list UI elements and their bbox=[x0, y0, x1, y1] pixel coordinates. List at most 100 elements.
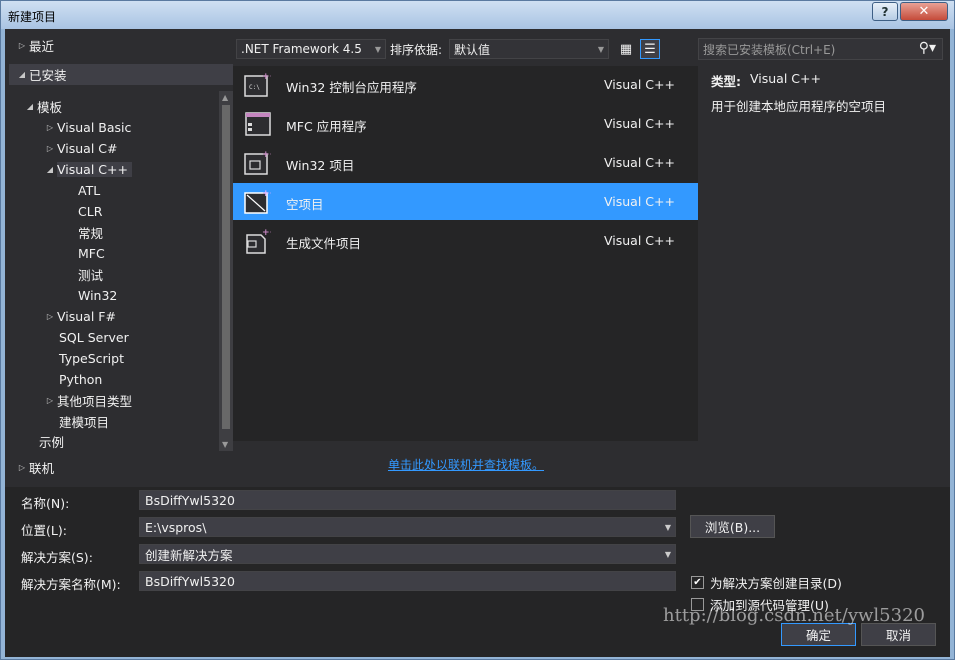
console-app-icon: C:\ ++ bbox=[244, 72, 271, 97]
detail-type-value: Visual C++ bbox=[750, 71, 821, 86]
svg-text:C:\: C:\ bbox=[249, 84, 260, 91]
tree-item-label: 最近 bbox=[29, 39, 55, 54]
tree-item-test[interactable]: 测试 bbox=[78, 264, 103, 285]
template-item-win32-console[interactable]: C:\ ++ Win32 控制台应用程序 Visual C++ bbox=[233, 66, 698, 103]
tree-item-typescript[interactable]: TypeScript bbox=[59, 348, 124, 369]
browse-button[interactable]: 浏览(B)... bbox=[690, 515, 775, 538]
tree-item-label: Visual C# bbox=[57, 141, 118, 156]
template-list: C:\ ++ Win32 控制台应用程序 Visual C++ MFC 应用程序… bbox=[233, 66, 698, 441]
sort-value: 默认值 bbox=[454, 42, 491, 57]
watermark-text: http://blog.csdn.net/ywl5320 bbox=[663, 605, 925, 626]
create-directory-label: 为解决方案创建目录(D) bbox=[710, 576, 842, 591]
expand-icon: ▷ bbox=[46, 312, 54, 321]
win32-project-icon: ++ bbox=[244, 150, 271, 175]
location-combobox[interactable]: E:\vspros\ ▼ bbox=[139, 517, 676, 537]
makefile-project-icon: ++ bbox=[246, 228, 271, 254]
framework-value: .NET Framework 4.5 bbox=[241, 42, 362, 56]
tree-item-clr[interactable]: CLR bbox=[78, 201, 102, 222]
svg-text:++: ++ bbox=[262, 72, 271, 82]
tree-item-installed[interactable]: ◢ 已安装 bbox=[9, 64, 233, 85]
template-name: Win32 控制台应用程序 bbox=[286, 80, 417, 95]
expand-icon: ▷ bbox=[18, 41, 26, 50]
list-view-button[interactable]: ☰ bbox=[640, 39, 660, 59]
search-placeholder: 搜索已安装模板(Ctrl+E) bbox=[703, 42, 836, 57]
tree-item-label: 联机 bbox=[29, 461, 55, 476]
template-language: Visual C++ bbox=[604, 116, 675, 131]
sort-label: 排序依据: bbox=[390, 43, 443, 57]
tree-item-general[interactable]: 常规 bbox=[78, 222, 103, 243]
template-language: Visual C++ bbox=[604, 233, 675, 248]
tree-item-samples[interactable]: 示例 bbox=[39, 431, 64, 452]
tree-item-mfc[interactable]: MFC bbox=[78, 243, 105, 264]
name-label: 名称(N): bbox=[21, 496, 70, 511]
collapse-icon: ◢ bbox=[46, 165, 54, 174]
dialog-client: ▷ 最近 ◢ 已安装 ◢ 模板 ▷ Visual Basic ▷ Visual … bbox=[5, 29, 950, 657]
mfc-app-icon bbox=[245, 112, 271, 136]
search-icon[interactable]: ⚲▾ bbox=[919, 40, 936, 56]
template-item-mfc[interactable]: MFC 应用程序 Visual C++ bbox=[233, 105, 698, 142]
tree-item-visual-fsharp[interactable]: ▷ Visual F# bbox=[43, 306, 116, 327]
scroll-down-icon[interactable]: ▼ bbox=[222, 440, 228, 449]
ok-button[interactable]: 确定 bbox=[781, 623, 856, 646]
tree-item-python[interactable]: Python bbox=[59, 369, 102, 390]
template-name: MFC 应用程序 bbox=[286, 119, 367, 134]
template-name: 生成文件项目 bbox=[286, 236, 362, 251]
tree-item-label: Visual Basic bbox=[57, 120, 132, 135]
tree-item-templates[interactable]: ◢ 模板 bbox=[23, 96, 62, 117]
collapse-icon: ◢ bbox=[26, 102, 34, 111]
expand-icon: ▷ bbox=[46, 144, 54, 153]
solution-name-input[interactable]: BsDiffYwl5320 bbox=[139, 571, 676, 591]
template-item-makefile[interactable]: ++ 生成文件项目 Visual C++ bbox=[233, 222, 698, 259]
location-value: E:\vspros\ bbox=[145, 519, 207, 535]
chevron-down-icon: ▼ bbox=[597, 45, 604, 54]
close-button[interactable]: ✕ bbox=[900, 2, 948, 21]
cancel-button[interactable]: 取消 bbox=[861, 623, 936, 646]
project-name-input[interactable]: BsDiffYwl5320 bbox=[139, 490, 676, 510]
template-language: Visual C++ bbox=[604, 77, 675, 92]
expand-icon: ▷ bbox=[46, 396, 54, 405]
online-templates-link[interactable]: 单击此处以联机并查找模板。 bbox=[388, 456, 544, 473]
tree-item-label: 模板 bbox=[37, 100, 63, 115]
list-view-icon: ☰ bbox=[644, 41, 656, 57]
template-search-input[interactable]: 搜索已安装模板(Ctrl+E) ⚲▾ bbox=[698, 38, 943, 60]
svg-text:++: ++ bbox=[262, 189, 271, 199]
tree-item-other-types[interactable]: ▷ 其他项目类型 bbox=[43, 390, 132, 411]
template-item-win32-project[interactable]: ++ Win32 项目 Visual C++ bbox=[233, 144, 698, 181]
tree-item-visual-csharp[interactable]: ▷ Visual C# bbox=[43, 138, 118, 159]
solution-label: 解决方案(S): bbox=[21, 550, 93, 565]
tree-item-win32[interactable]: Win32 bbox=[78, 285, 117, 306]
solution-name-label: 解决方案名称(M): bbox=[21, 577, 121, 592]
chevron-down-icon[interactable]: ▼ bbox=[665, 523, 671, 532]
chevron-down-icon: ▼ bbox=[664, 550, 671, 559]
tree-item-atl[interactable]: ATL bbox=[78, 180, 100, 201]
expand-icon: ▷ bbox=[18, 463, 26, 472]
sort-dropdown[interactable]: 默认值 ▼ bbox=[449, 39, 609, 59]
solution-value: 创建新解决方案 bbox=[145, 547, 233, 563]
checkmark-icon[interactable]: ✔ bbox=[691, 576, 704, 589]
empty-project-icon: ++ bbox=[244, 189, 271, 214]
template-item-empty-project[interactable]: ++ 空项目 Visual C++ bbox=[233, 183, 698, 220]
tree-item-visual-cpp[interactable]: ◢ Visual C++ bbox=[43, 159, 132, 180]
tree-item-online[interactable]: ▷ 联机 bbox=[15, 457, 54, 478]
template-language: Visual C++ bbox=[604, 155, 675, 170]
tree-item-recent[interactable]: ▷ 最近 bbox=[15, 35, 54, 56]
grid-view-icon: ▦ bbox=[619, 41, 633, 57]
tree-scrollbar[interactable]: ▲ ▼ bbox=[219, 91, 233, 451]
template-name: Win32 项目 bbox=[286, 158, 355, 173]
template-tree: ▷ 最近 ◢ 已安装 ◢ 模板 ▷ Visual Basic ▷ Visual … bbox=[9, 29, 233, 487]
grid-view-button[interactable]: ▦ bbox=[616, 39, 636, 59]
framework-dropdown[interactable]: .NET Framework 4.5 ▼ bbox=[236, 39, 386, 59]
solution-dropdown[interactable]: 创建新解决方案 ▼ bbox=[139, 544, 676, 564]
scrollbar-thumb[interactable] bbox=[222, 105, 230, 429]
scroll-up-icon[interactable]: ▲ bbox=[222, 93, 228, 102]
tree-item-label: 其他项目类型 bbox=[57, 394, 133, 409]
tree-item-visual-basic[interactable]: ▷ Visual Basic bbox=[43, 117, 131, 138]
expand-icon: ▷ bbox=[46, 123, 54, 132]
create-directory-checkbox[interactable]: ✔ 为解决方案创建目录(D) bbox=[691, 573, 842, 592]
detail-type-label: 类型: bbox=[711, 74, 741, 89]
help-button[interactable]: ? bbox=[872, 2, 898, 21]
tree-item-modeling[interactable]: 建模项目 bbox=[59, 411, 109, 432]
collapse-icon: ◢ bbox=[18, 70, 26, 79]
tree-item-sql-server[interactable]: SQL Server bbox=[59, 327, 129, 348]
dialog-window: 新建项目 ? ✕ ▷ 最近 ◢ 已安装 ◢ 模板 ▷ Visual Basic bbox=[0, 0, 955, 660]
